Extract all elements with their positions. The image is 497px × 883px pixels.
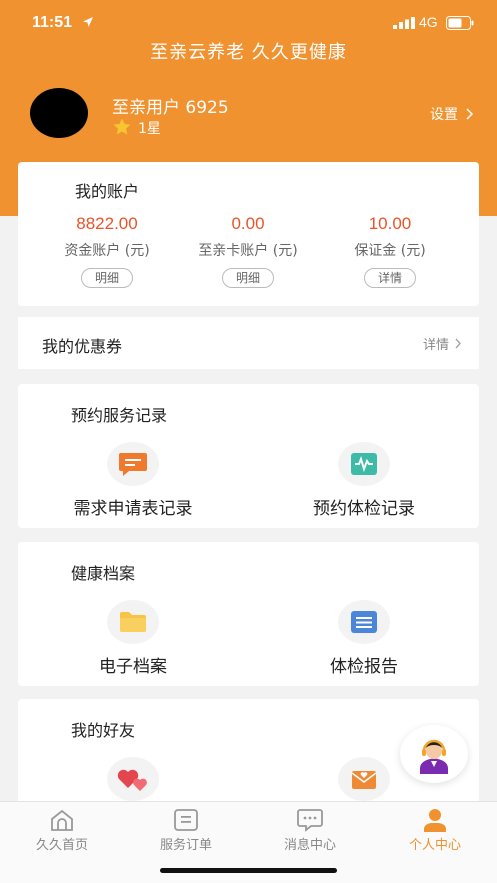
settings-label: 设置 (430, 107, 458, 123)
appointments-card: 预约服务记录 需求申请表记录 预约体检记录 (18, 384, 479, 528)
coupon-detail-label: 详情 (422, 338, 449, 353)
settings-button[interactable]: 设置 (430, 104, 473, 124)
chat-form-icon (107, 442, 159, 486)
card-detail-button[interactable]: 明细 (221, 268, 274, 288)
signal-icon (393, 17, 415, 29)
deposit-balance: 10.00 (368, 214, 412, 233)
customer-service-icon (420, 739, 448, 774)
checkup-report-button[interactable]: 体检报告 (249, 600, 479, 677)
deposit-label: 保证金 (元) (354, 243, 426, 259)
account-title: 我的账户 (75, 182, 140, 201)
account-card: 我的账户 8822.00 资金账户 (元) 明细 0.00 至亲卡账户 (元) … (18, 162, 479, 306)
hearts-icon (107, 757, 159, 801)
account-column-card: 0.00 至亲卡账户 (元) 明细 (171, 214, 325, 288)
checkup-record-button[interactable]: 预约体检记录 (249, 442, 479, 519)
card-balance: 0.00 (231, 214, 265, 233)
friends-title: 我的好友 (71, 721, 136, 740)
fund-balance: 8822.00 (76, 214, 138, 233)
friends-item-1[interactable] (18, 757, 248, 801)
message-icon (297, 809, 323, 832)
health-records-title: 健康档案 (71, 564, 136, 583)
tab-messages-label: 消息中心 (283, 838, 336, 853)
battery-icon (446, 16, 474, 30)
customer-service-button[interactable] (400, 725, 468, 783)
chevron-right-icon (455, 338, 461, 349)
coupon-title: 我的优惠券 (42, 337, 123, 356)
location-arrow-icon (83, 17, 93, 27)
health-monitor-icon (338, 442, 390, 486)
account-column-fund: 8822.00 资金账户 (元) 明细 (30, 214, 184, 288)
star-icon (113, 118, 131, 135)
network-type: 4G (419, 14, 438, 30)
checkup-report-label: 体检报告 (330, 657, 398, 677)
status-time: 11:51 (32, 14, 73, 31)
avatar[interactable] (30, 88, 88, 138)
order-icon (174, 809, 198, 831)
fund-label: 资金账户 (元) (64, 243, 150, 259)
health-records-card: 健康档案 电子档案 体检报告 (18, 542, 479, 686)
home-icon (51, 809, 73, 831)
card-label: 至亲卡账户 (元) (198, 243, 298, 259)
coupon-detail-link[interactable]: 详情 (423, 334, 461, 353)
electronic-record-label: 电子档案 (99, 657, 167, 677)
fund-detail-button[interactable]: 明细 (80, 268, 133, 288)
demand-record-button[interactable]: 需求申请表记录 (18, 442, 248, 519)
coupon-row[interactable]: 我的优惠券 详情 (18, 317, 479, 369)
demand-record-label: 需求申请表记录 (73, 499, 193, 519)
tab-orders[interactable]: 服务订单 (124, 808, 248, 853)
appointments-title: 预约服务记录 (71, 406, 168, 425)
report-icon (338, 600, 390, 644)
account-column-deposit: 10.00 保证金 (元) 详情 (313, 214, 467, 288)
tab-profile[interactable]: 个人中心 (373, 808, 497, 853)
tab-orders-label: 服务订单 (159, 838, 212, 853)
home-indicator (160, 868, 337, 873)
checkup-record-label: 预约体检记录 (313, 499, 415, 519)
folder-icon (107, 600, 159, 644)
electronic-record-button[interactable]: 电子档案 (18, 600, 248, 677)
tab-messages[interactable]: 消息中心 (248, 808, 372, 853)
person-icon (424, 809, 446, 832)
tab-home-label: 久久首页 (35, 838, 88, 853)
user-level: 1星 (138, 121, 161, 137)
app-title: 至亲云养老 久久更健康 (150, 42, 347, 63)
mail-heart-icon (338, 757, 390, 801)
tab-home[interactable]: 久久首页 (0, 808, 124, 853)
chevron-right-icon (466, 108, 473, 120)
tab-profile-label: 个人中心 (408, 838, 461, 853)
user-name: 至亲用户 6925 (112, 98, 229, 118)
deposit-detail-button[interactable]: 详情 (363, 268, 416, 288)
